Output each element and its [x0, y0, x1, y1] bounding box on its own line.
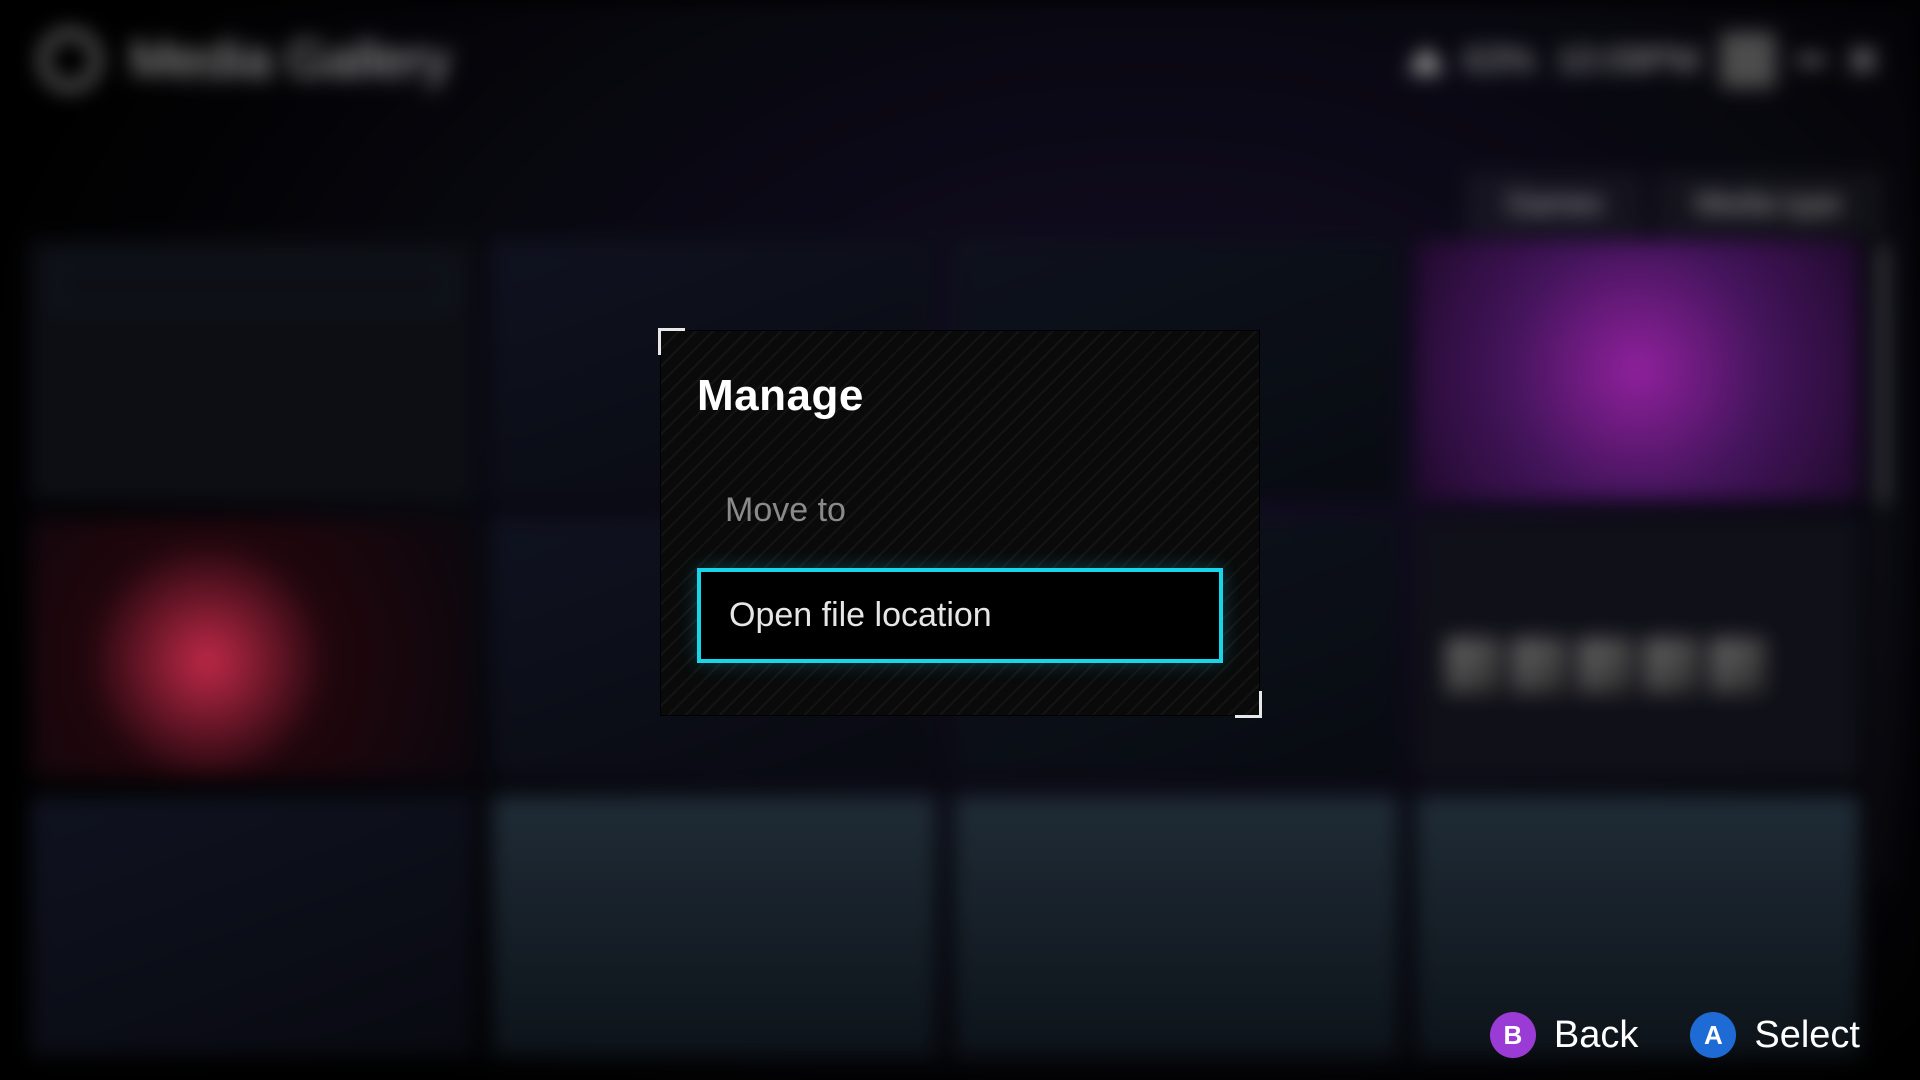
a-button-icon: A — [1690, 1012, 1736, 1058]
filter-chip-media-type[interactable]: Media type — [1657, 175, 1880, 233]
clock: 10:09PM — [1556, 39, 1700, 81]
hint-select: A Select — [1690, 1012, 1860, 1058]
b-button-icon: B — [1490, 1012, 1536, 1058]
grid-scrollbar[interactable] — [1880, 244, 1886, 884]
option-move-to: Move to — [697, 467, 1223, 554]
media-tile[interactable] — [1416, 518, 1860, 778]
hint-back-label: Back — [1554, 1014, 1638, 1057]
media-tile[interactable] — [30, 240, 474, 500]
dialog-title: Manage — [697, 371, 1223, 421]
filter-bar: Games Media type — [1469, 175, 1880, 233]
media-tile[interactable] — [1416, 240, 1860, 500]
filter-chip-games[interactable]: Games — [1469, 175, 1642, 233]
battery-percent: 63% — [1464, 39, 1536, 81]
status-area: 63% 10:09PM — [1408, 32, 1880, 88]
top-bar: Media Gallery 63% 10:09PM — [0, 0, 1920, 120]
wifi-icon — [1408, 47, 1444, 73]
hint-back: B Back — [1490, 1012, 1638, 1058]
media-tile[interactable] — [954, 796, 1398, 1056]
hint-select-label: Select — [1754, 1014, 1860, 1057]
media-tile[interactable] — [492, 796, 936, 1056]
close-icon — [1846, 43, 1880, 77]
page-title: Media Gallery — [130, 30, 451, 90]
brand-icon — [40, 30, 100, 90]
button-hints: B Back A Select — [1490, 1012, 1860, 1058]
media-tile[interactable] — [30, 518, 474, 778]
avatar — [1720, 32, 1776, 88]
manage-dialog: Manage Move to Open file location — [660, 330, 1260, 716]
media-tile[interactable] — [30, 796, 474, 1056]
minimize-icon — [1796, 56, 1826, 64]
option-open-file-location[interactable]: Open file location — [697, 568, 1223, 663]
scrollbar-thumb[interactable] — [1880, 244, 1886, 504]
